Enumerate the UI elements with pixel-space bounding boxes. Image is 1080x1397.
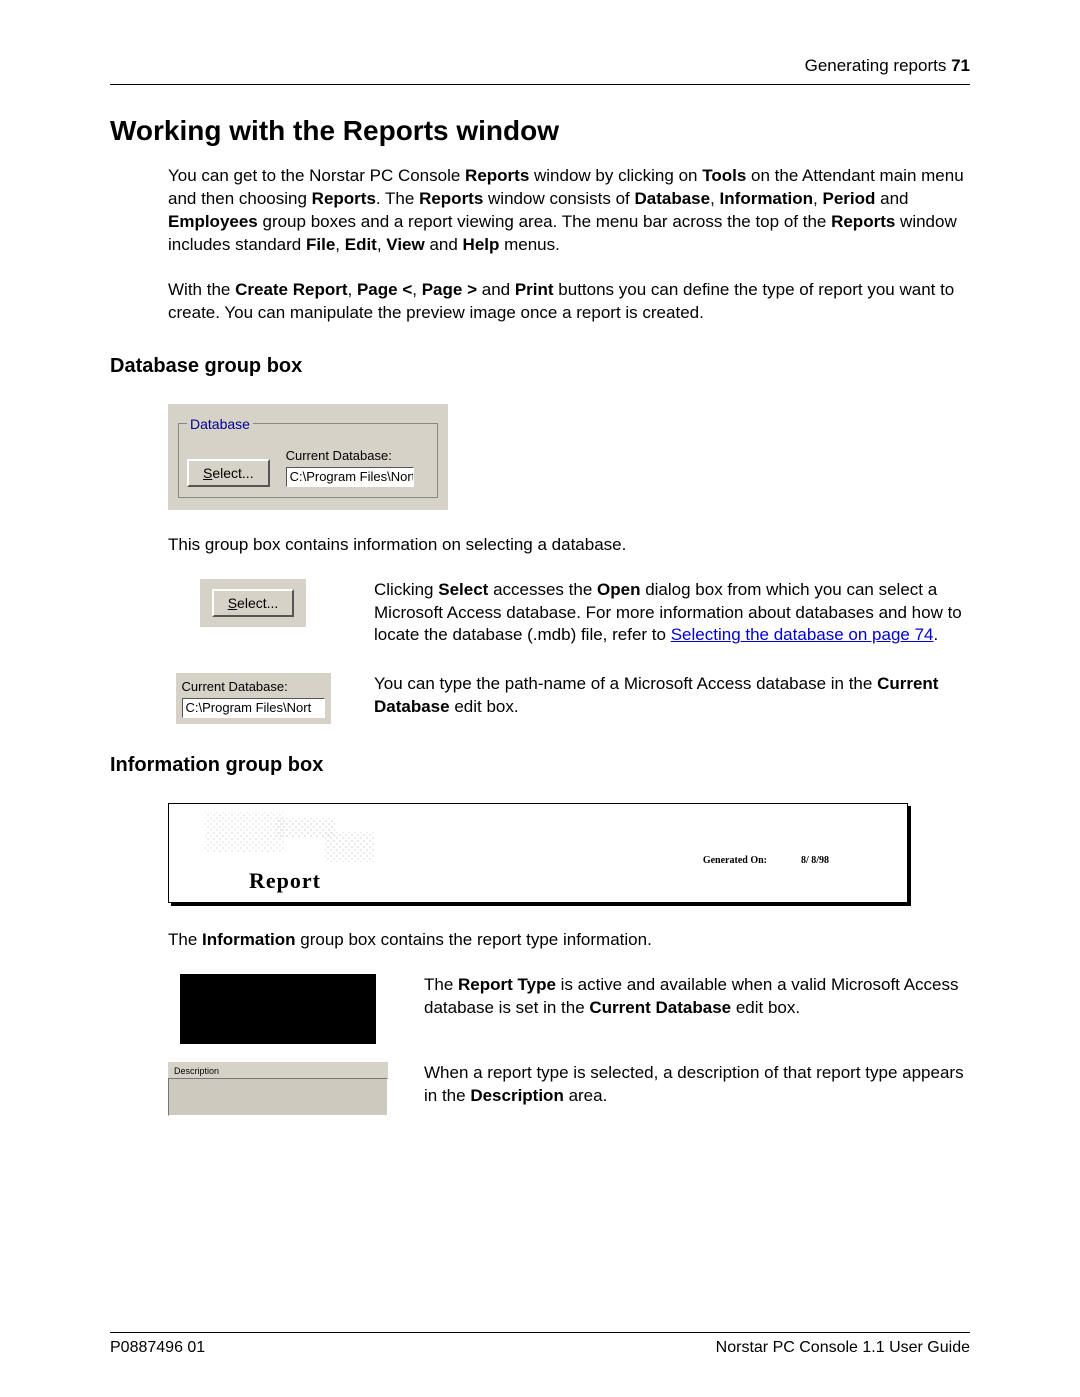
- description-box[interactable]: [168, 1078, 388, 1116]
- description-tile: Description: [168, 1062, 388, 1116]
- generated-on-date: 8/ 8/98: [801, 855, 829, 866]
- footer-right: Norstar PC Console 1.1 User Guide: [716, 1339, 970, 1357]
- current-database-label-2: Current Database:: [182, 679, 325, 694]
- page-title: Working with the Reports window: [110, 115, 970, 147]
- current-database-tile: Current Database: C:\Program Files\Nort: [176, 673, 331, 724]
- document-page: Generating reports 71 Working with the R…: [0, 0, 1080, 1397]
- database-heading: Database group box: [110, 355, 970, 378]
- select-button[interactable]: Select...: [187, 459, 270, 487]
- footer-left: P0887496 01: [110, 1339, 205, 1357]
- current-database-input[interactable]: C:\Program Files\Nort: [286, 467, 414, 487]
- report-type-row: The Report Type is active and available …: [168, 974, 970, 1044]
- report-type-tile: [180, 974, 376, 1044]
- footer-rule: [110, 1332, 970, 1333]
- header-section: Generating reports: [805, 56, 947, 75]
- database-groupbox-screenshot: Database Select... Current Database: C:\…: [168, 404, 448, 510]
- description-row: Description When a report type is select…: [168, 1062, 970, 1116]
- intro-paragraph-1: You can get to the Norstar PC Console Re…: [168, 165, 970, 257]
- generated-on-label: Generated On:: [703, 855, 767, 866]
- report-banner-title: Report: [249, 868, 321, 894]
- intro-paragraph-2: With the Create Report, Page <, Page > a…: [168, 279, 970, 325]
- header-page: 71: [951, 56, 970, 75]
- select-button-tile: Select...: [200, 579, 307, 627]
- description-label: Description: [168, 1062, 388, 1078]
- database-legend: Database: [187, 416, 253, 432]
- header-rule: [110, 84, 970, 85]
- select-button-2[interactable]: Select...: [212, 589, 295, 617]
- report-decor: [205, 812, 395, 876]
- current-db-row: Current Database: C:\Program Files\Nort …: [168, 673, 970, 724]
- database-caption: This group box contains information on s…: [168, 534, 970, 557]
- database-fieldset: Database Select... Current Database: C:\…: [178, 416, 438, 498]
- information-heading: Information group box: [110, 754, 970, 777]
- current-database-label: Current Database:: [286, 448, 429, 463]
- page-footer: P0887496 01 Norstar PC Console 1.1 User …: [110, 1322, 970, 1357]
- current-db-desc: You can type the path-name of a Microsof…: [374, 673, 970, 719]
- information-caption: The Information group box contains the r…: [168, 929, 970, 952]
- current-database-input-2[interactable]: C:\Program Files\Nort: [182, 698, 325, 718]
- report-banner: Report Generated On: 8/ 8/98: [168, 803, 908, 903]
- running-header: Generating reports 71: [110, 56, 970, 76]
- description-desc: When a report type is selected, a descri…: [424, 1062, 970, 1108]
- select-desc: Clicking Select accesses the Open dialog…: [374, 579, 970, 648]
- select-database-link[interactable]: Selecting the database on page 74: [671, 625, 934, 644]
- select-row: Select... Clicking Select accesses the O…: [168, 579, 970, 648]
- report-type-desc: The Report Type is active and available …: [424, 974, 970, 1020]
